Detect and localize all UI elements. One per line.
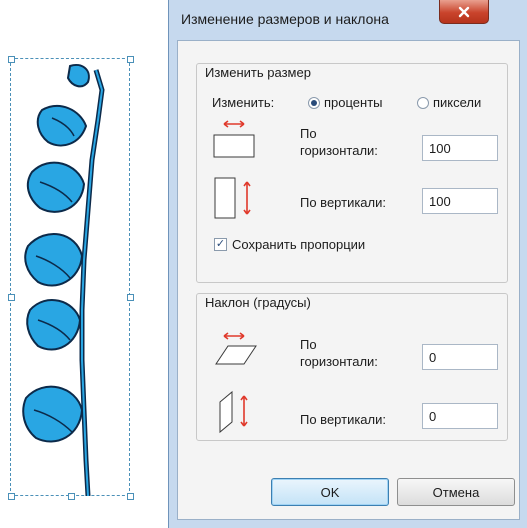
percent-radio-label[interactable]: проценты <box>324 95 383 110</box>
paint-canvas[interactable] <box>0 0 168 528</box>
pixels-radio[interactable] <box>417 97 429 109</box>
dialog-titlebar[interactable]: Изменение размеров и наклона <box>169 0 527 40</box>
gladiolus-image <box>22 64 105 496</box>
close-button[interactable] <box>439 0 489 24</box>
keep-ratio-checkbox[interactable]: ✓ <box>214 238 227 251</box>
resize-horizontal-label: По <box>300 126 317 141</box>
resize-horizontal-icon <box>213 120 255 158</box>
selection-handle-top-left[interactable] <box>8 56 15 63</box>
skew-group-label: Наклон (градусы) <box>202 295 314 310</box>
skew-horizontal-input[interactable]: 0 <box>422 344 498 370</box>
resize-vertical-icon <box>214 177 251 219</box>
skew-vertical-input[interactable]: 0 <box>422 403 498 429</box>
keep-ratio-label[interactable]: Сохранить пропорции <box>232 237 365 252</box>
skew-horizontal-label: По <box>300 337 317 352</box>
resize-vertical-label: По вертикали: <box>300 195 386 210</box>
cancel-button[interactable]: Отмена <box>397 478 515 506</box>
resize-group-label: Изменить размер <box>202 65 314 80</box>
resize-horizontal-input[interactable]: 100 <box>422 135 498 161</box>
selection-handle-mid-left[interactable] <box>8 294 15 301</box>
dialog-title: Изменение размеров и наклона <box>181 11 389 27</box>
percent-radio[interactable] <box>308 97 320 109</box>
skew-horizontal-label-line2: горизонтали: <box>300 354 378 369</box>
resize-vertical-input[interactable]: 100 <box>422 188 498 214</box>
close-x-icon <box>458 6 470 17</box>
ok-button[interactable]: OK <box>271 478 389 506</box>
pixels-radio-label[interactable]: пиксели <box>433 95 481 110</box>
resize-by-label: Изменить: <box>212 95 275 110</box>
skew-vertical-label: По вертикали: <box>300 412 386 427</box>
resize-horizontal-label-line2: горизонтали: <box>300 143 378 158</box>
skew-horizontal-icon <box>215 332 257 365</box>
skew-vertical-icon <box>219 390 248 434</box>
selection-handle-bottom-left[interactable] <box>8 493 15 500</box>
